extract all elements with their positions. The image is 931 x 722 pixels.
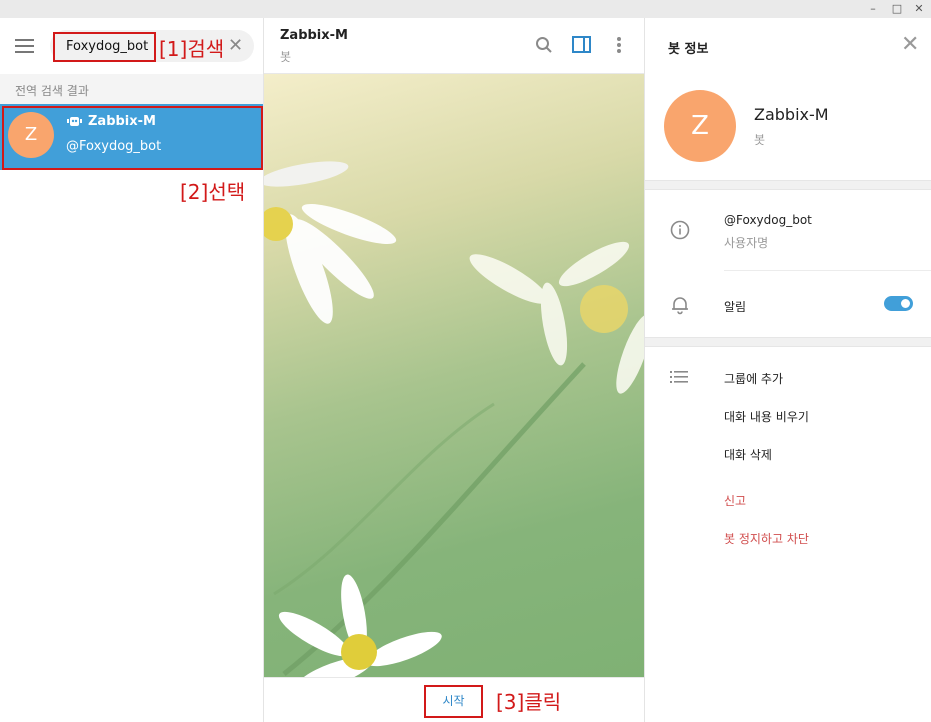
hamburger-menu-icon[interactable]	[15, 39, 34, 53]
chat-panel: Zabbix-M 봇 시작 [3]클릭	[264, 18, 644, 722]
profile-name: Zabbix-M	[754, 105, 829, 124]
username-label: 사용자명	[724, 236, 769, 250]
minimize-button[interactable]: –	[862, 0, 884, 18]
clear-search-icon[interactable]: ✕	[228, 35, 243, 56]
start-button[interactable]: 시작	[424, 685, 483, 718]
action-add-to-group[interactable]: 그룹에 추가	[724, 370, 783, 387]
action-delete-chat[interactable]: 대화 삭제	[724, 446, 772, 463]
action-clear-history[interactable]: 대화 내용 비우기	[724, 408, 809, 425]
row-divider	[724, 270, 931, 271]
more-vert-icon[interactable]	[616, 36, 622, 58]
action-report[interactable]: 신고	[724, 492, 746, 509]
chat-subtitle: 봇	[280, 50, 292, 64]
annotation-frame-result	[2, 106, 263, 170]
sidebar: Foxydog_bot ✕ [1]검색 전역 검색 결과 Z Zabbix-M …	[0, 18, 264, 722]
list-icon	[670, 369, 688, 388]
profile-avatar: Z	[664, 90, 736, 162]
window-close-button[interactable]: ✕	[908, 0, 930, 18]
divider	[645, 180, 931, 190]
notifications-toggle[interactable]	[884, 296, 913, 311]
close-icon[interactable]: ✕	[901, 32, 919, 57]
notifications-label: 알림	[724, 300, 747, 314]
username-value[interactable]: @Foxydog_bot	[724, 213, 812, 227]
annotation-step1: [1]검색	[159, 37, 225, 61]
chat-wallpaper	[264, 74, 644, 677]
annotation-step2: [2]선택	[180, 180, 246, 204]
sidebar-toggle-icon[interactable]	[572, 36, 591, 57]
info-icon	[670, 220, 690, 244]
title-bar: – □ ✕	[0, 0, 931, 18]
chat-header[interactable]: Zabbix-M 봇	[264, 18, 644, 74]
bell-icon	[670, 295, 690, 319]
chat-title: Zabbix-M	[280, 28, 348, 43]
action-stop-and-block[interactable]: 봇 정지하고 차단	[724, 530, 809, 547]
search-icon[interactable]	[535, 36, 553, 58]
info-title: 봇 정보	[668, 42, 709, 57]
profile-subtitle: 봇	[754, 133, 766, 147]
annotation-step3: [3]클릭	[496, 690, 562, 714]
search-input[interactable]: Foxydog_bot	[53, 32, 156, 62]
maximize-button[interactable]: □	[886, 0, 908, 18]
search-section-header: 전역 검색 결과	[0, 74, 263, 104]
chat-bottom-bar: 시작 [3]클릭	[264, 677, 644, 722]
info-panel: 봇 정보 ✕ Z Zabbix-M 봇 @Foxydog_bot 사용자명 알림…	[644, 18, 931, 722]
divider	[645, 337, 931, 347]
